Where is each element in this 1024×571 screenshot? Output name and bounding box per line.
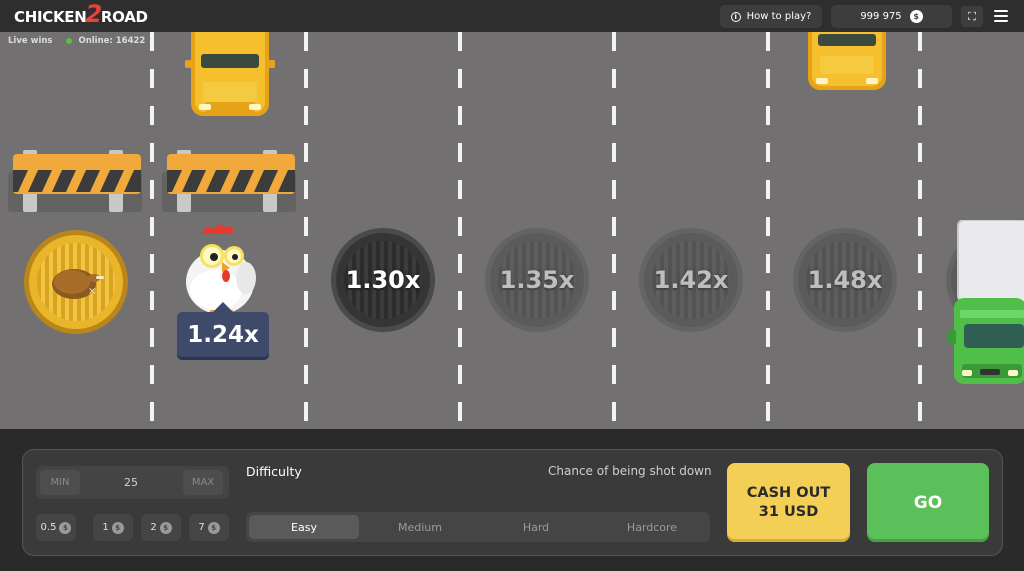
difficulty-label: Hard [522,520,550,534]
logo: CHICKEN 2 ROAD [14,0,148,29]
dollar-coin-icon: $ [909,10,923,23]
current-multiplier-value: 1.24x [187,321,259,348]
step-multiplier: 1.42x [653,266,729,294]
go-button[interactable]: GO [867,463,989,542]
menu-button[interactable] [994,8,1008,24]
step-multiplier: 1.48x [807,266,883,294]
difficulty-label: Hardcore [626,520,678,534]
max-bet-button[interactable]: MAX [183,470,223,495]
difficulty-label: Medium [398,520,442,534]
chip-label: 2 [150,522,157,533]
difficulty-option-medium[interactable]: Medium [365,515,475,539]
gold-manhole: × [24,230,128,334]
lane-divider [918,32,922,429]
lane-divider [766,32,770,429]
truck-vehicle [948,220,1024,384]
svg-text:×: × [88,286,96,297]
balance-value: 999 975 [860,11,902,22]
online-dot-icon [66,38,73,44]
logo-text-right: ROAD [100,8,148,26]
chip-label: 1 [102,522,109,533]
manhole-step[interactable]: 1.42x [639,228,743,332]
info-icon: i [730,11,741,22]
min-bet-button[interactable]: MIN [40,470,80,495]
quick-bet-chip[interactable]: 1 $ [93,514,133,541]
step-multiplier: 1.30x [345,266,421,294]
online-count: Online: 16422 [78,36,146,46]
menu-line [994,14,1008,17]
logo-text-mid: 2 [85,0,102,28]
go-label: GO [913,492,943,513]
logo-text-left: CHICKEN [14,8,87,26]
live-wins-label[interactable]: Live wins [8,36,52,46]
bet-amount-input[interactable]: 25 [90,470,172,495]
dollar-coin-icon: $ [159,521,172,534]
taxi-car [808,32,886,90]
difficulty-option-hard[interactable]: Hard [481,515,591,539]
road-barrier [162,150,296,212]
max-bet-label: MAX [191,477,215,488]
lane-divider [304,32,308,429]
manhole-step[interactable]: 1.35x [485,228,589,332]
cash-out-amount: 31 USD [758,503,819,520]
fullscreen-button[interactable]: ⛶ [961,6,983,27]
menu-line [994,20,1008,23]
dollar-coin-icon: $ [207,521,220,534]
lane-divider [150,32,154,429]
fullscreen-icon: ⛶ [968,9,976,23]
how-to-play-button[interactable]: i How to play? [720,5,822,28]
taxi-car [185,32,275,116]
balance-display: 999 975 $ [831,5,952,28]
top-bar: CHICKEN 2 ROAD i How to play? 999 975 $ … [0,0,1024,32]
difficulty-label: Easy [291,520,317,534]
quick-bet-chip[interactable]: 2 $ [141,514,181,541]
lane-divider [612,32,616,429]
cash-out-button[interactable]: CASH OUT 31 USD [727,463,850,542]
lane-divider [458,32,462,429]
current-multiplier-badge: 1.24x [177,302,269,357]
dollar-coin-icon: $ [111,521,124,534]
menu-line [994,9,1008,12]
live-status: Live wins Online: 16422 [8,36,145,46]
road-area: Live wins Online: 16422 × 1.24x 1.30x 1.… [0,32,1024,429]
chip-label: 0.5 [40,522,57,533]
quick-bet-chip[interactable]: 7 $ [189,514,229,541]
difficulty-option-easy[interactable]: Easy [249,515,359,539]
cash-out-label: CASH OUT [746,484,831,501]
min-bet-label: MIN [50,477,70,488]
difficulty-option-hardcore[interactable]: Hardcore [597,515,707,539]
dollar-coin-icon: $ [59,521,72,534]
how-to-play-label: How to play? [746,11,812,22]
road-barrier [8,150,142,212]
manhole-step[interactable]: 1.48x [793,228,897,332]
difficulty-title: Difficulty [246,464,302,479]
chip-label: 7 [198,522,205,533]
chance-label: Chance of being shot down [548,464,712,478]
roast-chicken-icon: × [52,269,104,299]
step-multiplier: 1.35x [499,266,575,294]
manhole-step[interactable]: 1.30x [331,228,435,332]
bet-amount-value: 25 [124,476,138,489]
game-root: CHICKEN 2 ROAD i How to play? 999 975 $ … [0,0,1024,571]
quick-bet-chip[interactable]: 0.5 $ [36,514,76,541]
